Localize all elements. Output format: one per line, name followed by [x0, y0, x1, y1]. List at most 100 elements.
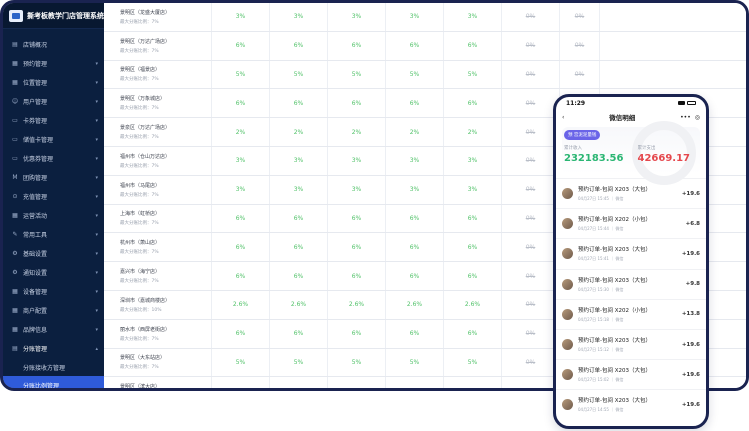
sidebar-item[interactable]: ▤ 店铺概况 [3, 35, 104, 54]
transaction-item[interactable]: 预约订单-包间 X202（小包） 04月27日 15:44 ｜ 微信 +6.8 [556, 208, 706, 238]
ratio-cell[interactable]: 5% [444, 348, 502, 377]
ratio-cell[interactable]: 2.6% [386, 290, 444, 319]
ratio-cell[interactable]: 5% [328, 348, 386, 377]
filter-tag[interactable]: 预 宫泥泥量钱 [564, 130, 601, 140]
close-circle-icon[interactable]: ◎ [695, 114, 700, 121]
ratio-cell[interactable]: 6% [444, 89, 502, 118]
ratio-cell[interactable]: 6% [444, 204, 502, 233]
sidebar-item[interactable]: ▤ 分账管理 ▴ [3, 339, 104, 358]
ratio-cell[interactable]: 6% [444, 233, 502, 262]
sidebar-item[interactable]: ⊙ 充值管理 ▾ [3, 187, 104, 206]
ratio-cell[interactable]: 5% [444, 60, 502, 89]
ratio-cell[interactable]: 3% [270, 175, 328, 204]
transaction-item[interactable]: 预约订单-包间 X203（大包） 04月27日 15:30 ｜ 微信 +9.8 [556, 268, 706, 299]
sidebar-item[interactable]: ▦ 设备管理 ▾ [3, 282, 104, 301]
ratio-cell[interactable]: 5% [212, 348, 270, 377]
ratio-cell[interactable]: 0% [502, 146, 560, 175]
ratio-cell[interactable]: 6% [444, 319, 502, 348]
ratio-cell[interactable]: 0% [502, 233, 560, 262]
ratio-cell[interactable]: 6% [386, 89, 444, 118]
ratio-cell[interactable]: 3% [444, 146, 502, 175]
sidebar-item[interactable]: ▦ 位置管理 ▾ [3, 73, 104, 92]
sidebar-item[interactable]: M 团购管理 ▾ [3, 168, 104, 187]
ratio-cell[interactable]: 3% [328, 175, 386, 204]
ratio-cell[interactable]: 3% [212, 3, 270, 31]
ratio-cell[interactable]: 6% [386, 204, 444, 233]
ratio-cell[interactable]: 6% [212, 204, 270, 233]
sidebar-item[interactable]: ▭ 卡券管理 ▾ [3, 111, 104, 130]
ratio-cell[interactable]: 0% [502, 31, 560, 60]
ratio-cell[interactable]: 0% [560, 31, 600, 60]
ratio-cell[interactable]: 0% [502, 204, 560, 233]
ratio-cell[interactable]: 6% [328, 262, 386, 290]
ratio-cell[interactable]: 0% [560, 60, 600, 89]
sidebar-item[interactable]: ✎ 常用工具 ▾ [3, 225, 104, 244]
ratio-cell[interactable]: 6% [328, 31, 386, 60]
ratio-cell[interactable]: 0% [502, 377, 560, 388]
ratio-cell[interactable]: 3% [444, 3, 502, 31]
ratio-cell[interactable]: 6% [212, 319, 270, 348]
ratio-cell[interactable]: 2.6% [328, 290, 386, 319]
ratio-cell[interactable]: 0% [502, 60, 560, 89]
ratio-cell[interactable]: 4% [444, 377, 502, 388]
sidebar-item[interactable]: ☺ 用户管理 ▾ [3, 92, 104, 111]
ratio-cell[interactable]: 3% [386, 3, 444, 31]
transaction-item[interactable]: 预约订单-包间 X203（大包） 04月27日 14:55 ｜ 微信 +19.6 [556, 389, 706, 419]
sidebar-item[interactable]: ▭ 优惠券管理 ▾ [3, 149, 104, 168]
ratio-cell[interactable]: 4% [212, 377, 270, 388]
ratio-cell[interactable]: 6% [270, 319, 328, 348]
ratio-cell[interactable]: 4% [270, 377, 328, 388]
ratio-cell[interactable]: 0% [502, 290, 560, 319]
ratio-cell[interactable]: 6% [386, 319, 444, 348]
ratio-cell[interactable]: 3% [212, 146, 270, 175]
transaction-item[interactable]: 预约订单-包间 X203（大包） 04月27日 15:12 ｜ 微信 +19.6 [556, 328, 706, 359]
ratio-cell[interactable]: 0% [502, 118, 560, 146]
sidebar-item[interactable]: ⚙ 通知设置 ▾ [3, 263, 104, 282]
ratio-cell[interactable]: 0% [502, 3, 560, 31]
sidebar-subitem[interactable]: 分账比例管理 [3, 376, 104, 388]
transaction-item[interactable]: 预约订单-包间 X202（小包） 04月27日 15:18 ｜ 微信 +13.8 [556, 298, 706, 329]
back-arrow-icon[interactable]: ‹ [562, 114, 564, 121]
ratio-cell[interactable]: 6% [328, 204, 386, 233]
ratio-cell[interactable]: 6% [270, 89, 328, 118]
miniapp-capsule[interactable]: ••• ◎ [680, 114, 700, 121]
ratio-cell[interactable]: 2% [444, 118, 502, 146]
ratio-cell[interactable]: 6% [270, 204, 328, 233]
ratio-cell[interactable]: 6% [270, 31, 328, 60]
ratio-cell[interactable]: 6% [386, 233, 444, 262]
ratio-cell[interactable]: 0% [502, 319, 560, 348]
ratio-cell[interactable]: 3% [386, 146, 444, 175]
ratio-cell[interactable]: 0% [502, 89, 560, 118]
transaction-item[interactable]: 预约订单-包间 X203（大包） 04月27日 15:45 ｜ 微信 +19.6 [556, 178, 706, 208]
ratio-cell[interactable]: 3% [386, 175, 444, 204]
ratio-cell[interactable]: 3% [328, 3, 386, 31]
ratio-cell[interactable]: 6% [328, 319, 386, 348]
ratio-cell[interactable]: 5% [386, 60, 444, 89]
ratio-cell[interactable]: 0% [502, 175, 560, 204]
transaction-item[interactable]: 预约订单-包间 X203（大包） 04月27日 15:41 ｜ 微信 +19.6 [556, 238, 706, 268]
ratio-cell[interactable]: 3% [270, 146, 328, 175]
ratio-cell[interactable]: 3% [328, 146, 386, 175]
ratio-cell[interactable]: 2.6% [444, 290, 502, 319]
ratio-cell[interactable]: 0% [502, 348, 560, 377]
ratio-cell[interactable]: 6% [386, 262, 444, 290]
more-icon[interactable]: ••• [680, 114, 691, 121]
ratio-cell[interactable]: 2% [270, 118, 328, 146]
ratio-cell[interactable]: 6% [212, 262, 270, 290]
ratio-cell[interactable]: 6% [328, 233, 386, 262]
ratio-cell[interactable]: 2% [212, 118, 270, 146]
ratio-cell[interactable]: 5% [270, 60, 328, 89]
ratio-cell[interactable]: 2.6% [270, 290, 328, 319]
ratio-cell[interactable]: 6% [212, 31, 270, 60]
sidebar-item[interactable]: ⚙ 基础设置 ▾ [3, 244, 104, 263]
ratio-cell[interactable]: 6% [212, 89, 270, 118]
ratio-cell[interactable]: 6% [444, 31, 502, 60]
ratio-cell[interactable]: 5% [212, 60, 270, 89]
ratio-cell[interactable]: 2.6% [212, 290, 270, 319]
ratio-cell[interactable]: 3% [212, 175, 270, 204]
ratio-cell[interactable]: 2% [386, 118, 444, 146]
ratio-cell[interactable]: 2% [328, 118, 386, 146]
ratio-cell[interactable]: 5% [386, 348, 444, 377]
ratio-cell[interactable]: 4% [328, 377, 386, 388]
ratio-cell[interactable]: 5% [328, 60, 386, 89]
